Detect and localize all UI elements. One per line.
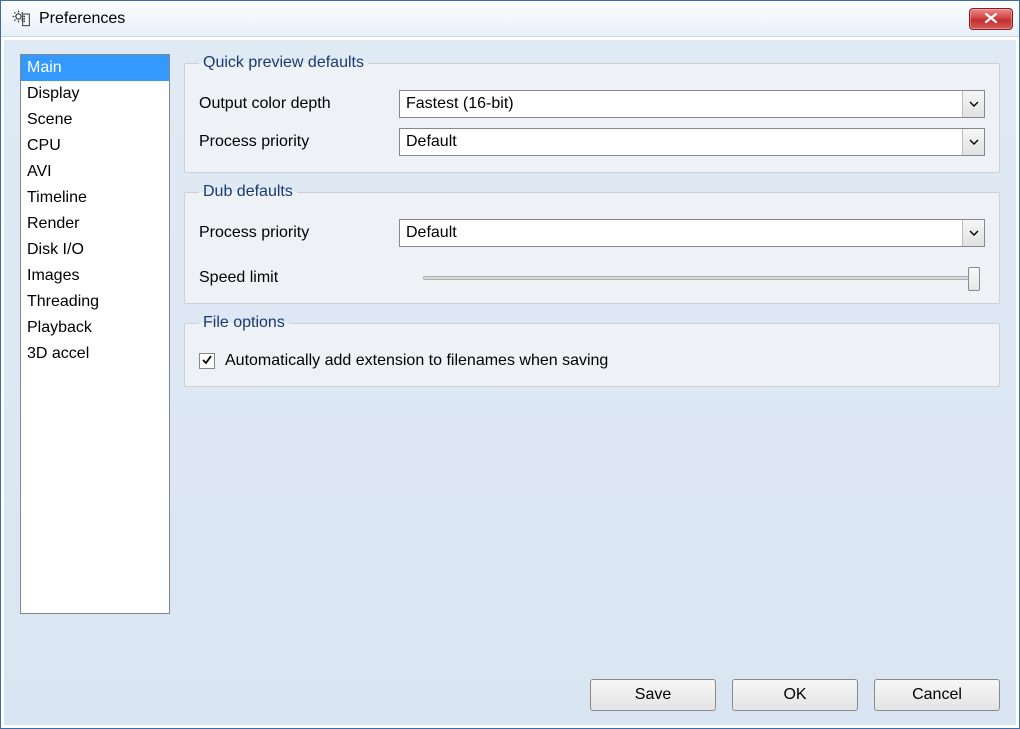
chevron-down-icon [962,220,984,246]
check-icon [201,353,213,369]
settings-panel: Quick preview defaults Output color dept… [184,54,1000,665]
close-icon [984,11,998,27]
color-depth-label: Output color depth [199,95,399,113]
sidebar-item-scene[interactable]: Scene [21,107,169,133]
sidebar-item-render[interactable]: Render [21,211,169,237]
sidebar-item-images[interactable]: Images [21,263,169,289]
close-button[interactable] [969,8,1013,30]
sidebar-item-main[interactable]: Main [21,55,169,81]
sidebar-item-diskio[interactable]: Disk I/O [21,237,169,263]
dub-legend: Dub defaults [199,183,297,201]
slider-thumb[interactable] [968,267,980,291]
quick-preview-legend: Quick preview defaults [199,54,368,72]
sidebar-item-timeline[interactable]: Timeline [21,185,169,211]
auto-ext-label: Automatically add extension to filenames… [225,352,608,370]
sidebar-item-display[interactable]: Display [21,81,169,107]
quick-preview-group: Quick preview defaults Output color dept… [184,54,1000,173]
window-title: Preferences [39,10,969,28]
dub-priority-value: Default [400,224,962,242]
dub-priority-label: Process priority [199,224,399,242]
chevron-down-icon [962,129,984,155]
qp-priority-value: Default [400,133,962,151]
auto-ext-checkbox[interactable] [199,353,215,369]
ok-button[interactable]: OK [732,679,858,711]
sidebar-item-cpu[interactable]: CPU [21,133,169,159]
cancel-button[interactable]: Cancel [874,679,1000,711]
qp-priority-combo[interactable]: Default [399,128,985,156]
preferences-window: Preferences Main Display Scene CPU AVI T… [0,0,1020,729]
speed-limit-slider[interactable] [423,276,977,280]
gear-film-icon [11,9,31,29]
sidebar-item-3daccel[interactable]: 3D accel [21,341,169,367]
category-listbox[interactable]: Main Display Scene CPU AVI Timeline Rend… [20,54,170,614]
dialog-button-row: Save OK Cancel [20,679,1000,711]
client-area: Main Display Scene CPU AVI Timeline Rend… [3,39,1017,726]
color-depth-value: Fastest (16-bit) [400,95,962,113]
save-button[interactable]: Save [590,679,716,711]
chevron-down-icon [962,91,984,117]
color-depth-combo[interactable]: Fastest (16-bit) [399,90,985,118]
sidebar-item-avi[interactable]: AVI [21,159,169,185]
titlebar: Preferences [1,1,1019,37]
file-options-group: File options Automatically add extension… [184,314,1000,387]
file-options-legend: File options [199,314,289,332]
sidebar-item-threading[interactable]: Threading [21,289,169,315]
qp-priority-label: Process priority [199,133,399,151]
dub-priority-combo[interactable]: Default [399,219,985,247]
speed-limit-label: Speed limit [199,269,399,287]
dub-group: Dub defaults Process priority Default Sp… [184,183,1000,304]
sidebar-item-playback[interactable]: Playback [21,315,169,341]
